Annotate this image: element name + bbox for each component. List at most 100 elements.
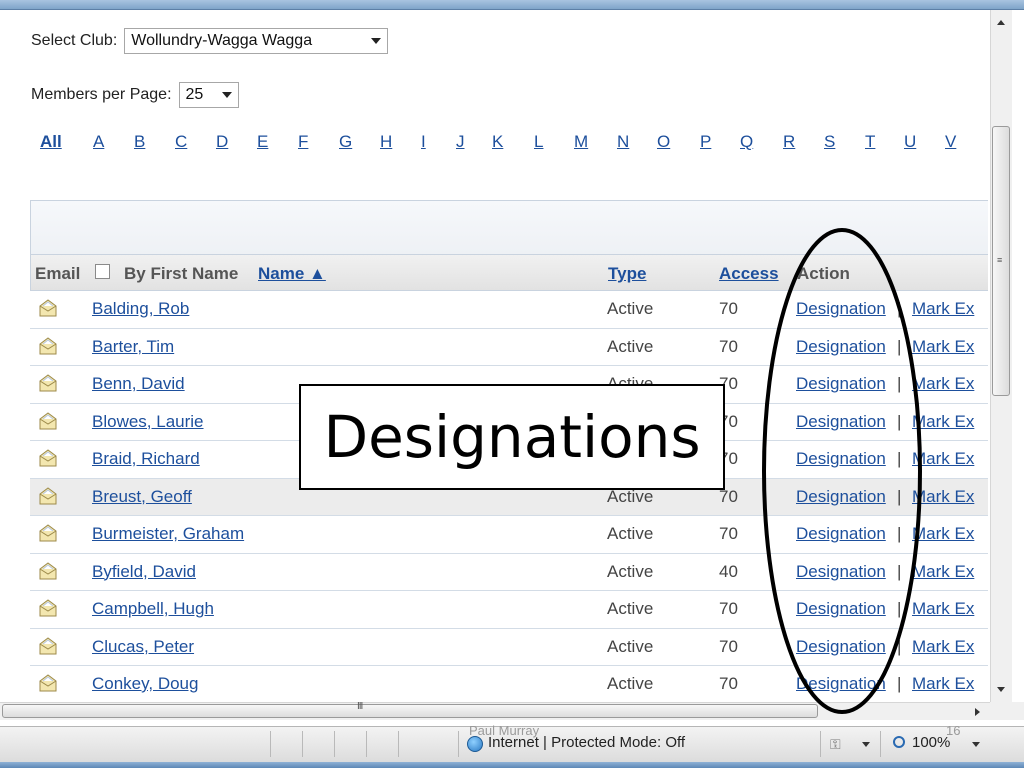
envelope-icon[interactable] [38,636,58,656]
envelope-icon[interactable] [38,673,58,693]
letter-link-l[interactable]: L [534,132,543,152]
designation-link[interactable]: Designation [796,599,886,619]
member-name-link[interactable]: Blowes, Laurie [92,412,204,432]
scroll-up-arrow-icon[interactable] [997,20,1005,25]
letter-link-n[interactable]: N [617,132,629,152]
action-separator: | [897,561,902,581]
mark-ex-link[interactable]: Mark Ex [912,562,974,582]
mark-ex-link[interactable]: Mark Ex [912,524,974,544]
member-name-link[interactable]: Burmeister, Graham [92,524,244,544]
envelope-icon[interactable] [38,486,58,506]
slide-footer-author: Paul Murray [469,723,540,738]
letter-link-o[interactable]: O [657,132,670,152]
per-page-select[interactable]: 25 [178,82,239,108]
magnifier-icon[interactable] [893,736,905,748]
mark-ex-link[interactable]: Mark Ex [912,412,974,432]
letter-link-f[interactable]: F [298,132,308,152]
letter-link-k[interactable]: K [492,132,503,152]
mark-ex-link[interactable]: Mark Ex [912,337,974,357]
letter-link-all[interactable]: All [40,132,62,152]
member-name-link[interactable]: Clucas, Peter [92,637,194,657]
member-name-link[interactable]: Conkey, Doug [92,674,198,694]
letter-link-e[interactable]: E [257,132,268,152]
letter-link-p[interactable]: P [700,132,711,152]
designation-link[interactable]: Designation [796,337,886,357]
slide-number: 16 [946,723,961,738]
action-separator: | [897,336,902,356]
mark-ex-link[interactable]: Mark Ex [912,674,974,694]
member-access: 70 [719,524,738,543]
member-name-link[interactable]: Braid, Richard [92,449,200,469]
mark-ex-link[interactable]: Mark Ex [912,449,974,469]
mark-ex-link[interactable]: Mark Ex [912,299,974,319]
envelope-icon[interactable] [38,448,58,468]
letter-link-d[interactable]: D [216,132,228,152]
member-name-link[interactable]: Barter, Tim [92,337,174,357]
table-row: Campbell, Hugh Active 70 Designation | Mark E… [30,591,988,629]
envelope-icon[interactable] [38,561,58,581]
vertical-scrollbar[interactable]: ≡ [990,10,1012,702]
action-separator: | [897,524,902,543]
designation-link[interactable]: Designation [796,487,886,507]
per-page-select-value: 25 [185,86,204,103]
chevron-down-icon[interactable] [862,742,870,747]
designation-link[interactable]: Designation [796,449,886,469]
mark-ex-link[interactable]: Mark Ex [912,487,974,507]
member-name-link[interactable]: Campbell, Hugh [92,599,214,619]
letter-link-v[interactable]: V [945,132,956,152]
access-column-header[interactable]: Access [719,264,779,284]
letter-link-u[interactable]: U [904,132,916,152]
member-access: 70 [719,336,738,356]
designation-link[interactable]: Designation [796,562,886,582]
by-first-name-checkbox[interactable] [95,264,110,279]
letter-link-h[interactable]: H [380,132,392,152]
member-name-link[interactable]: Byfield, David [92,562,196,582]
member-access: 70 [719,599,738,618]
designation-link[interactable]: Designation [796,637,886,657]
letter-link-s[interactable]: S [824,132,835,152]
type-column-header[interactable]: Type [608,264,646,284]
letter-link-a[interactable]: A [93,132,104,152]
letter-link-t[interactable]: T [865,132,875,152]
chevron-down-icon[interactable] [972,742,980,747]
letter-link-c[interactable]: C [175,132,187,152]
member-name-link[interactable]: Benn, David [92,374,185,394]
scroll-right-arrow-icon[interactable] [975,708,980,716]
envelope-icon[interactable] [38,598,58,618]
envelope-icon[interactable] [38,523,58,543]
envelope-icon[interactable] [38,298,58,318]
letter-link-b[interactable]: B [134,132,145,152]
member-type: Active [607,674,654,693]
envelope-icon[interactable] [38,411,58,431]
mark-ex-link[interactable]: Mark Ex [912,637,974,657]
envelope-icon[interactable] [38,373,58,393]
mark-ex-link[interactable]: Mark Ex [912,599,974,619]
letter-link-r[interactable]: R [783,132,795,152]
select-club-label: Select Club: [31,32,118,49]
lock-icon[interactable]: ⚿ [830,736,841,753]
designation-link[interactable]: Designation [796,412,886,432]
scroll-down-arrow-icon[interactable] [997,687,1005,692]
designation-link[interactable]: Designation [796,299,886,319]
club-select-value: Wollundry-Wagga Wagga [131,32,313,49]
letter-link-m[interactable]: M [574,132,588,152]
letter-link-q[interactable]: Q [740,132,753,152]
designation-link[interactable]: Designation [796,674,886,694]
mark-ex-link[interactable]: Mark Ex [912,374,974,394]
horizontal-scroll-thumb[interactable] [2,704,818,718]
globe-icon [467,736,483,752]
designation-link[interactable]: Designation [796,524,886,544]
chevron-down-icon [221,92,232,98]
letter-link-g[interactable]: G [339,132,352,152]
member-name-link[interactable]: Balding, Rob [92,299,189,319]
letter-link-j[interactable]: J [456,132,465,152]
zoom-level[interactable]: 100% [912,734,950,751]
club-select[interactable]: Wollundry-Wagga Wagga [124,28,389,54]
letter-link-i[interactable]: I [421,132,426,152]
envelope-icon[interactable] [38,336,58,356]
horizontal-scrollbar[interactable]: III [0,701,990,720]
member-name-link[interactable]: Breust, Geoff [92,487,192,507]
designation-link[interactable]: Designation [796,374,886,394]
name-column-header[interactable]: Name ▲ [258,264,326,284]
table-row: Burmeister, Graham Active 70 Designation | Ma… [30,516,988,554]
